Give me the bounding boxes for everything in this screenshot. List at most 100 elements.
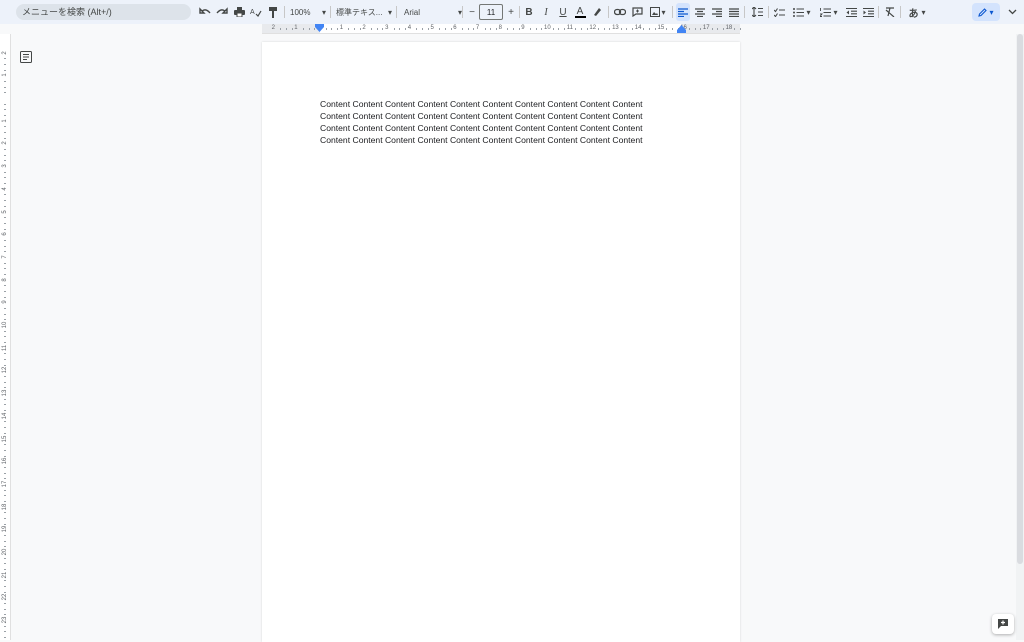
ruler-minor-tick bbox=[393, 28, 395, 30]
align-center-icon bbox=[695, 7, 705, 17]
ruler-minor-tick bbox=[4, 217, 6, 219]
align-center-button[interactable] bbox=[693, 3, 707, 21]
scrollbar-thumb[interactable] bbox=[1017, 34, 1023, 564]
redo-button[interactable] bbox=[215, 3, 229, 21]
align-right-button[interactable] bbox=[710, 3, 724, 21]
ruler-minor-tick bbox=[4, 353, 6, 355]
ruler-minor-tick bbox=[666, 28, 668, 30]
decrease-indent-button[interactable] bbox=[844, 3, 858, 21]
chevron-down-icon: ▾ bbox=[833, 7, 838, 17]
zoom-select[interactable]: 100% ▾ bbox=[290, 3, 326, 21]
clear-formatting-button[interactable] bbox=[883, 3, 897, 21]
insert-image-button[interactable]: ▾ bbox=[647, 3, 669, 21]
text-color-label: A bbox=[576, 5, 584, 17]
bold-button[interactable]: B bbox=[522, 3, 536, 21]
ruler-minor-tick bbox=[564, 28, 566, 30]
ruler-minor-tick bbox=[308, 28, 310, 30]
document-outline-button[interactable] bbox=[20, 50, 32, 63]
font-family-value: Arial bbox=[404, 7, 421, 17]
ruler-tick-label: 2 bbox=[271, 25, 275, 31]
left-indent-marker[interactable] bbox=[315, 24, 324, 32]
ruler-minor-tick bbox=[4, 69, 6, 71]
paragraph-line[interactable]: Content Content Content Content Content … bbox=[320, 134, 660, 146]
undo-icon bbox=[199, 7, 211, 14]
comment-icon bbox=[631, 7, 643, 17]
toolbar-divider bbox=[878, 6, 879, 18]
print-button[interactable] bbox=[232, 3, 246, 21]
ruler-tick-label: 12 bbox=[2, 367, 8, 374]
ruler-minor-tick bbox=[4, 546, 6, 548]
toolbar-divider bbox=[284, 6, 285, 18]
ruler-tick-label: 16 bbox=[2, 457, 8, 465]
toolbar-divider bbox=[900, 6, 901, 18]
ruler-tick-label: 7 bbox=[475, 25, 480, 31]
right-indent-marker[interactable] bbox=[677, 25, 686, 33]
checklist-button[interactable] bbox=[772, 3, 786, 21]
ruler-minor-tick bbox=[4, 387, 6, 389]
floating-add-comment-button[interactable] bbox=[992, 614, 1014, 634]
ruler-minor-tick bbox=[4, 290, 6, 292]
italic-button[interactable]: I bbox=[539, 3, 553, 21]
clear-formatting-icon bbox=[885, 7, 894, 17]
paragraph-line[interactable]: Content Content Content Content Content … bbox=[320, 110, 660, 122]
ruler-minor-tick bbox=[285, 28, 287, 30]
highlight-button[interactable] bbox=[590, 3, 604, 21]
line-spacing-button[interactable] bbox=[750, 3, 764, 21]
align-left-button[interactable] bbox=[676, 3, 690, 21]
decrease-font-size-button[interactable]: − bbox=[465, 3, 479, 21]
font-size-input[interactable]: 11 bbox=[479, 4, 503, 20]
toolbar-divider bbox=[608, 6, 609, 18]
ruler-minor-tick bbox=[4, 603, 6, 605]
add-comment-icon bbox=[998, 619, 1008, 629]
chevron-down-icon: ▾ bbox=[806, 7, 811, 17]
menu-search-input[interactable]: メニューを検索 (Alt+/) bbox=[16, 4, 191, 20]
ruler-tick-label: 14 bbox=[634, 25, 642, 31]
ruler-minor-tick bbox=[4, 183, 6, 185]
editing-mode-button[interactable]: ▾ bbox=[972, 3, 1000, 21]
hide-menus-button[interactable] bbox=[1005, 3, 1019, 21]
spellcheck-button[interactable]: A bbox=[249, 3, 263, 21]
paragraph-style-select[interactable]: 標準テキス... ▾ bbox=[336, 3, 392, 21]
toolbar-divider bbox=[462, 6, 463, 18]
toolbar: メニューを検索 (Alt+/) A 100% ▾ 標準テキス... ▾ Aria… bbox=[0, 0, 1024, 24]
text-color-button[interactable]: A bbox=[573, 3, 587, 21]
ruler-tick-label: 1 bbox=[2, 73, 8, 77]
font-family-select[interactable]: Arial ▾ bbox=[404, 3, 462, 21]
underline-button[interactable]: U bbox=[556, 3, 570, 21]
input-tools-button[interactable]: あ ▾ bbox=[905, 3, 929, 21]
ruler-minor-tick bbox=[4, 171, 6, 173]
undo-button[interactable] bbox=[198, 3, 212, 21]
paint-format-button[interactable] bbox=[266, 3, 280, 21]
add-comment-button[interactable] bbox=[630, 3, 644, 21]
paragraph-line[interactable]: Content Content Content Content Content … bbox=[320, 98, 660, 110]
vertical-ruler[interactable]: 2 1 1 2 3 4 5 6 7 8 9 10 11 12 13 14 15 16 17 18 19 20 21 22 23 bbox=[0, 34, 11, 640]
ruler-minor-tick bbox=[4, 313, 6, 315]
numbered-list-icon bbox=[820, 7, 832, 17]
chevron-down-icon: ▾ bbox=[321, 7, 326, 17]
horizontal-ruler[interactable]: 21123456789101112131415161718 bbox=[0, 24, 1024, 34]
document-body[interactable]: Content Content Content Content Content … bbox=[320, 98, 660, 146]
print-icon bbox=[233, 7, 245, 17]
ruler-minor-tick bbox=[4, 149, 6, 151]
ruler-tick-label: 12 bbox=[589, 25, 597, 31]
highlight-pen-icon bbox=[594, 8, 601, 16]
ruler-minor-tick bbox=[4, 495, 6, 497]
ruler-minor-tick bbox=[4, 273, 6, 275]
ruler-tick-label: 7 bbox=[2, 255, 8, 259]
increase-font-size-button[interactable]: + bbox=[504, 3, 518, 21]
ruler-minor-tick bbox=[643, 28, 645, 30]
ruler-minor-tick bbox=[722, 28, 724, 30]
ruler-minor-tick bbox=[4, 330, 6, 332]
ruler-minor-tick bbox=[4, 160, 6, 162]
insert-link-button[interactable] bbox=[613, 3, 627, 21]
ruler-tick-label: 6 bbox=[2, 232, 8, 236]
bulleted-list-button[interactable]: ▾ bbox=[790, 3, 814, 21]
paragraph-line[interactable]: Content Content Content Content Content … bbox=[320, 122, 660, 134]
ruler-minor-tick bbox=[4, 591, 6, 593]
increase-indent-button[interactable] bbox=[861, 3, 875, 21]
justify-button[interactable] bbox=[727, 3, 741, 21]
numbered-list-button[interactable]: ▾ bbox=[817, 3, 841, 21]
ruler-tick-label: 5 bbox=[2, 209, 8, 214]
document-page[interactable]: Content Content Content Content Content … bbox=[262, 42, 740, 642]
vertical-scrollbar[interactable] bbox=[1016, 34, 1024, 640]
